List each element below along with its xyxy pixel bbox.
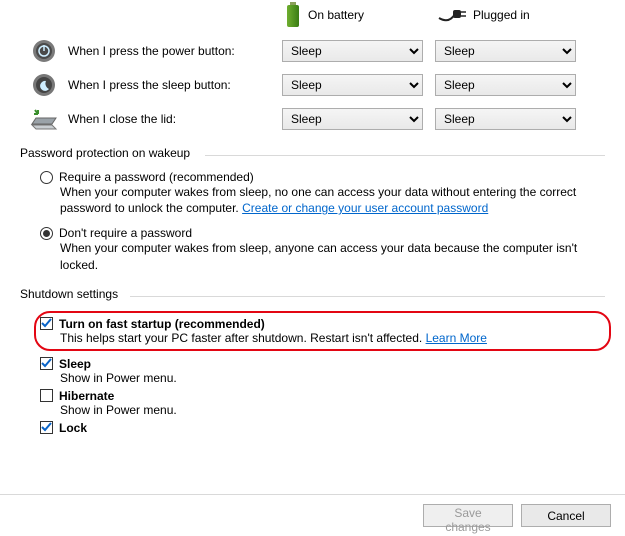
dont-require-password-desc: When your computer wakes from sleep, any… — [60, 240, 605, 272]
power-button-battery-select[interactable]: Sleep — [282, 40, 423, 62]
sleep-button-icon — [31, 72, 57, 98]
lid-label: When I close the lid: — [68, 112, 282, 126]
column-header-battery: On battery — [308, 8, 364, 22]
power-button-label: When I press the power button: — [68, 44, 282, 58]
require-password-label: Require a password (recommended) — [59, 170, 254, 184]
save-button[interactable]: Save changes — [423, 504, 513, 527]
battery-icon — [284, 2, 302, 28]
laptop-lid-icon — [29, 108, 59, 130]
lock-checkbox[interactable] — [40, 421, 53, 434]
column-header-plugged: Plugged in — [473, 8, 530, 22]
dont-require-password-label: Don't require a password — [59, 226, 192, 240]
fast-startup-label: Turn on fast startup (recommended) — [59, 317, 265, 331]
hibernate-desc: Show in Power menu. — [60, 403, 605, 417]
lid-battery-select[interactable]: Sleep — [282, 108, 423, 130]
create-change-password-link[interactable]: Create or change your user account passw… — [242, 201, 488, 215]
hibernate-checkbox[interactable] — [40, 389, 53, 402]
fast-startup-checkbox[interactable] — [40, 317, 53, 330]
fast-startup-highlight: Turn on fast startup (recommended) This … — [34, 311, 611, 351]
dont-require-password-radio[interactable] — [40, 227, 53, 240]
fast-startup-desc: This helps start your PC faster after sh… — [60, 331, 426, 345]
sleep-button-plugged-select[interactable]: Sleep — [435, 74, 576, 96]
learn-more-link[interactable]: Learn More — [426, 331, 487, 345]
password-section-title: Password protection on wakeup — [20, 146, 190, 160]
hibernate-label: Hibernate — [59, 389, 114, 403]
require-password-radio[interactable] — [40, 171, 53, 184]
power-button-icon — [31, 38, 57, 64]
plug-icon — [437, 6, 467, 24]
cancel-button[interactable]: Cancel — [521, 504, 611, 527]
power-button-plugged-select[interactable]: Sleep — [435, 40, 576, 62]
sleep-label: Sleep — [59, 357, 91, 371]
lock-label: Lock — [59, 421, 87, 435]
sleep-button-label: When I press the sleep button: — [68, 78, 282, 92]
lid-plugged-select[interactable]: Sleep — [435, 108, 576, 130]
sleep-desc: Show in Power menu. — [60, 371, 605, 385]
shutdown-section-title: Shutdown settings — [20, 287, 118, 301]
sleep-checkbox[interactable] — [40, 357, 53, 370]
sleep-button-battery-select[interactable]: Sleep — [282, 74, 423, 96]
